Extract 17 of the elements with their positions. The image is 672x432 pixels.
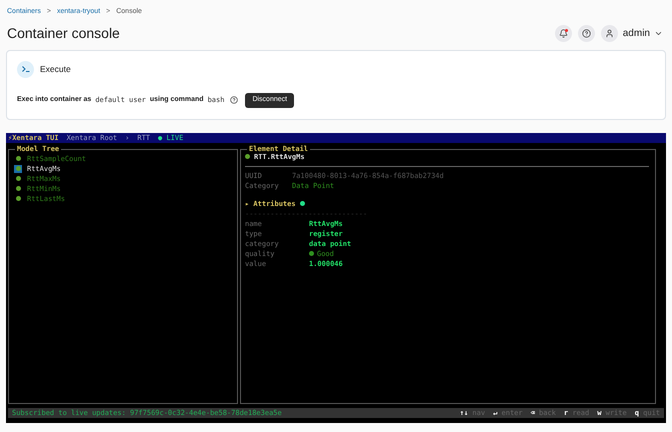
chevron-down-icon bbox=[654, 29, 663, 38]
bullet-icon bbox=[16, 176, 20, 181]
notifications-button[interactable] bbox=[554, 25, 572, 42]
terminal-prompt-icon bbox=[17, 60, 34, 78]
bell-icon bbox=[558, 29, 568, 38]
bullet-icon bbox=[16, 166, 20, 171]
avatar-icon bbox=[600, 25, 618, 42]
help-button[interactable] bbox=[578, 25, 595, 42]
page-title: Container console bbox=[7, 24, 121, 43]
bullet-icon bbox=[16, 156, 20, 161]
bullet-icon bbox=[16, 186, 20, 191]
bullet-icon bbox=[245, 154, 250, 159]
card-title: Execute bbox=[40, 62, 71, 76]
user-menu-button[interactable]: admin bbox=[622, 26, 650, 41]
help-icon bbox=[230, 96, 238, 104]
bullet-icon bbox=[16, 196, 20, 201]
help-icon bbox=[582, 29, 591, 38]
